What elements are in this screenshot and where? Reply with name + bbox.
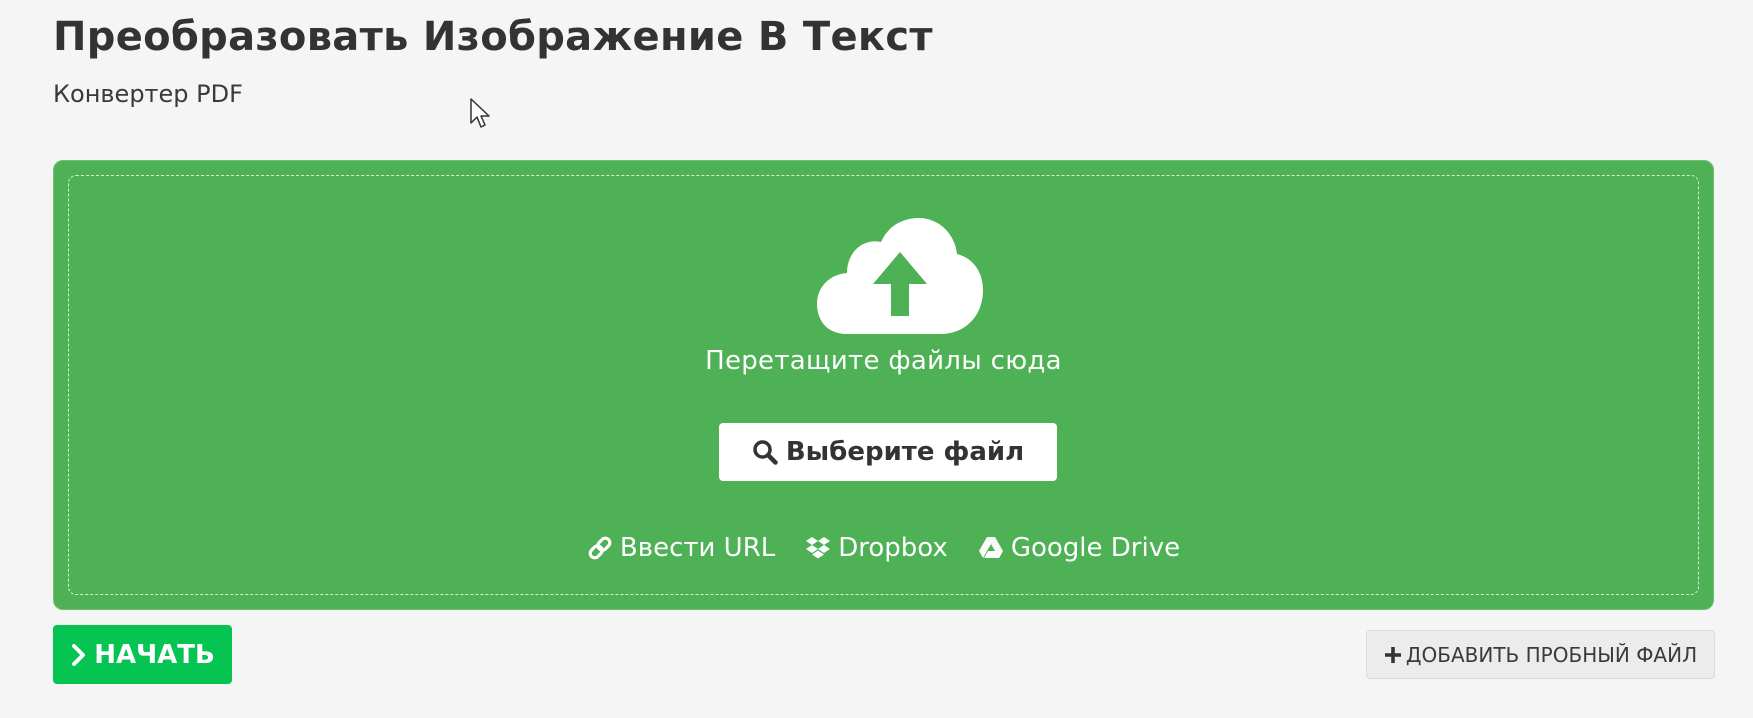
add-sample-file-button[interactable]: ДОБАВИТЬ ПРОБНЫЙ ФАЙЛ: [1366, 630, 1715, 679]
link-icon: [588, 536, 612, 560]
plus-icon: [1384, 646, 1401, 663]
enter-url-label: Ввести URL: [619, 533, 776, 563]
chevron-right-icon: [72, 643, 86, 666]
drop-zone[interactable]: Перетащите файлы сюда Выберите файл Ввес…: [68, 175, 1699, 595]
search-icon: [753, 440, 778, 465]
dropbox-label: Dropbox: [838, 533, 948, 563]
add-sample-file-label: ДОБАВИТЬ ПРОБНЫЙ ФАЙЛ: [1405, 642, 1698, 667]
drop-files-text: Перетащите файлы сюда: [705, 346, 1062, 376]
google-drive-label: Google Drive: [1010, 533, 1181, 563]
choose-file-label: Выберите файл: [785, 437, 1025, 467]
dropbox-link[interactable]: Dropbox: [805, 533, 948, 563]
start-button[interactable]: НАЧАТЬ: [53, 625, 232, 684]
dropbox-icon: [806, 537, 831, 559]
page-subtitle: Конвертер PDF: [53, 80, 243, 108]
google-drive-link[interactable]: Google Drive: [978, 533, 1180, 563]
start-label: НАЧАТЬ: [94, 639, 215, 670]
cloud-upload-icon: [817, 218, 983, 334]
page-title: Преобразовать Изображение В Текст: [53, 14, 933, 60]
enter-url-link[interactable]: Ввести URL: [587, 533, 775, 563]
upload-sources: Ввести URL Dropbox Google Drive: [69, 533, 1698, 563]
mouse-cursor-icon: [470, 98, 490, 128]
google-drive-icon: [978, 537, 1003, 558]
choose-file-button[interactable]: Выберите файл: [719, 423, 1057, 481]
upload-panel: Перетащите файлы сюда Выберите файл Ввес…: [53, 160, 1714, 610]
